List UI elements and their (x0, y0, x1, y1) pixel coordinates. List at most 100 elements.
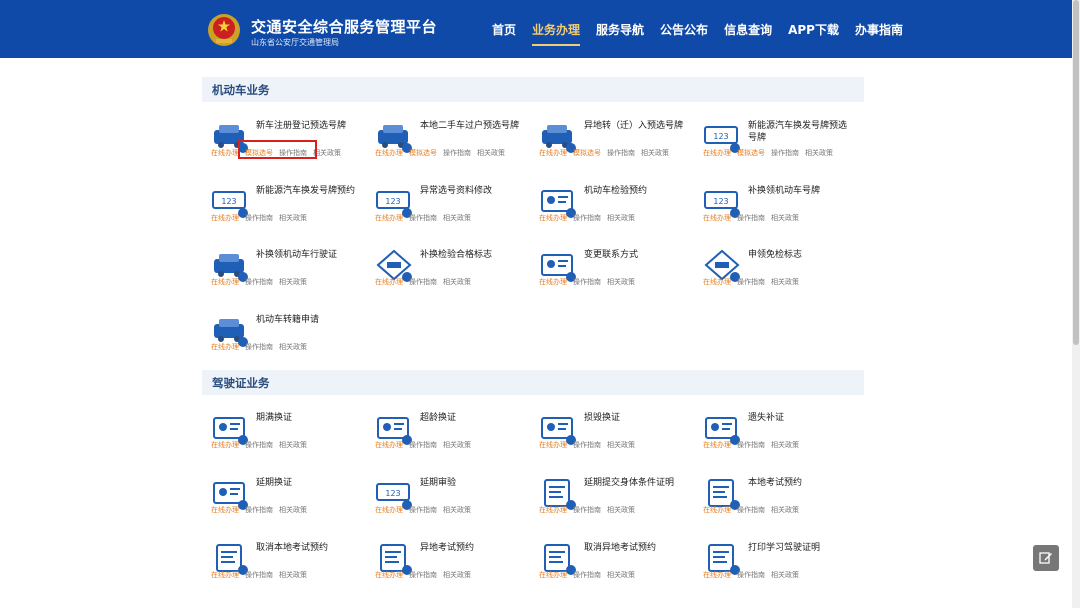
service-item[interactable]: 补换检验合格标志 在线办理 操作指南 相关政策 (370, 244, 534, 302)
service-title[interactable]: 机动车检验预约 (584, 185, 684, 197)
guide-link[interactable]: 操作指南 (409, 213, 437, 223)
service-item[interactable]: 期满换证 在线办理 操作指南 相关政策 (206, 407, 370, 465)
service-item[interactable]: 取消异地考试预约在线办理 操作指南 相关政策 (534, 537, 698, 595)
online-link[interactable]: 在线办理 (211, 213, 239, 223)
policy-link[interactable]: 相关政策 (771, 440, 799, 450)
online-link[interactable]: 在线办理 (375, 440, 403, 450)
online-link[interactable]: 在线办理 (703, 148, 731, 158)
simulate-link[interactable]: 模拟选号 (409, 148, 437, 158)
policy-link[interactable]: 相关政策 (443, 440, 471, 450)
guide-link[interactable]: 操作指南 (245, 570, 273, 580)
online-link[interactable]: 在线办理 (703, 570, 731, 580)
service-item[interactable]: 本地二手车过户预选号牌在线办理 模拟选号 操作指南 相关政策 (370, 115, 534, 173)
guide-link[interactable]: 操作指南 (607, 148, 635, 158)
service-title[interactable]: 延期换证 (256, 477, 356, 489)
nav-guide[interactable]: 办事指南 (847, 0, 911, 58)
online-link[interactable]: 在线办理 (539, 505, 567, 515)
policy-link[interactable]: 相关政策 (279, 342, 307, 352)
policy-link[interactable]: 相关政策 (771, 213, 799, 223)
nav-business[interactable]: 业务办理 (524, 0, 588, 58)
service-item[interactable]: 123 新能源汽车换发号牌预选号牌 在线办理 模拟选号 操作指南 相关政策 (698, 115, 862, 173)
service-item[interactable]: 延期提交身体条件证明 在线办理 操作指南 相关政策 (534, 472, 698, 530)
guide-link[interactable]: 操作指南 (573, 213, 601, 223)
nav-service[interactable]: 服务导航 (588, 0, 652, 58)
service-title[interactable]: 新车注册登记预选号牌 (256, 120, 356, 132)
service-title[interactable]: 本地二手车过户预选号牌 (420, 120, 520, 132)
guide-link[interactable]: 操作指南 (245, 213, 273, 223)
guide-link[interactable]: 操作指南 (737, 440, 765, 450)
guide-link[interactable]: 操作指南 (245, 342, 273, 352)
online-link[interactable]: 在线办理 (539, 148, 567, 158)
service-item[interactable]: 异地转（迁）入预选号牌 在线办理 模拟选号 操作指南 相关政策 (534, 115, 698, 173)
service-title[interactable]: 新能源汽车换发号牌预选号牌 (748, 120, 848, 144)
service-title[interactable]: 异地考试预约 (420, 542, 520, 554)
online-link[interactable]: 在线办理 (211, 148, 239, 158)
policy-link[interactable]: 相关政策 (771, 277, 799, 287)
nav-app[interactable]: APP下载 (780, 0, 847, 58)
service-title[interactable]: 期满换证 (256, 412, 356, 424)
service-title[interactable]: 取消异地考试预约 (584, 542, 684, 554)
guide-link[interactable]: 操作指南 (245, 277, 273, 287)
service-item[interactable]: 变更联系方式 在线办理 操作指南 相关政策 (534, 244, 698, 302)
online-link[interactable]: 在线办理 (375, 148, 403, 158)
policy-link[interactable]: 相关政策 (607, 570, 635, 580)
policy-link[interactable]: 相关政策 (443, 213, 471, 223)
online-link[interactable]: 在线办理 (375, 213, 403, 223)
service-title[interactable]: 异常选号资料修改 (420, 185, 520, 197)
guide-link[interactable]: 操作指南 (737, 277, 765, 287)
policy-link[interactable]: 相关政策 (279, 570, 307, 580)
scroll-thumb[interactable] (1073, 0, 1079, 345)
service-item[interactable]: 123 新能源汽车换发号牌预约 在线办理 操作指南 相关政策 (206, 180, 370, 238)
service-title[interactable]: 打印学习驾驶证明 (748, 542, 848, 554)
guide-link[interactable]: 操作指南 (443, 148, 471, 158)
service-title[interactable]: 变更联系方式 (584, 249, 684, 261)
online-link[interactable]: 在线办理 (211, 277, 239, 287)
online-link[interactable]: 在线办理 (539, 277, 567, 287)
nav-announcement[interactable]: 公告公布 (652, 0, 716, 58)
policy-link[interactable]: 相关政策 (607, 213, 635, 223)
service-item[interactable]: 延期换证 在线办理 操作指南 相关政策 (206, 472, 370, 530)
online-link[interactable]: 在线办理 (211, 505, 239, 515)
guide-link[interactable]: 操作指南 (409, 277, 437, 287)
service-title[interactable]: 异地转（迁）入预选号牌 (584, 120, 684, 132)
service-item[interactable]: 异地考试预约 在线办理 操作指南 相关政策 (370, 537, 534, 595)
policy-link[interactable]: 相关政策 (443, 277, 471, 287)
policy-link[interactable]: 相关政策 (805, 148, 833, 158)
policy-link[interactable]: 相关政策 (279, 505, 307, 515)
policy-link[interactable]: 相关政策 (607, 277, 635, 287)
online-link[interactable]: 在线办理 (211, 440, 239, 450)
service-title[interactable]: 新能源汽车换发号牌预约 (256, 185, 356, 197)
policy-link[interactable]: 相关政策 (607, 440, 635, 450)
online-link[interactable]: 在线办理 (375, 570, 403, 580)
online-link[interactable]: 在线办理 (703, 505, 731, 515)
service-title[interactable]: 补换领机动车号牌 (748, 185, 848, 197)
police-emblem-icon[interactable] (206, 12, 242, 48)
online-link[interactable]: 在线办理 (375, 505, 403, 515)
online-link[interactable]: 在线办理 (703, 277, 731, 287)
online-link[interactable]: 在线办理 (211, 570, 239, 580)
service-item[interactable]: 补换领机动车行驶证 在线办理 操作指南 相关政策 (206, 244, 370, 302)
service-item[interactable]: 超龄换证在线办理 操作指南 相关政策 (370, 407, 534, 465)
guide-link[interactable]: 操作指南 (737, 570, 765, 580)
online-link[interactable]: 在线办理 (539, 570, 567, 580)
service-title[interactable]: 取消本地考试预约 (256, 542, 356, 554)
service-title[interactable]: 超龄换证 (420, 412, 520, 424)
service-item[interactable]: 申领免检标志在线办理 操作指南 相关政策 (698, 244, 862, 302)
online-link[interactable]: 在线办理 (211, 342, 239, 352)
online-link[interactable]: 在线办理 (703, 440, 731, 450)
service-item[interactable]: 损毁换证 在线办理 操作指南 相关政策 (534, 407, 698, 465)
guide-link[interactable]: 操作指南 (573, 570, 601, 580)
policy-link[interactable]: 相关政策 (477, 148, 505, 158)
guide-link[interactable]: 操作指南 (409, 440, 437, 450)
service-item[interactable]: 取消本地考试预约在线办理 操作指南 相关政策 (206, 537, 370, 595)
service-item[interactable]: 123 延期审验 在线办理 操作指南 相关政策 (370, 472, 534, 530)
nav-query[interactable]: 信息查询 (716, 0, 780, 58)
policy-link[interactable]: 相关政策 (443, 505, 471, 515)
policy-link[interactable]: 相关政策 (771, 505, 799, 515)
service-item[interactable]: 遗失补证 在线办理 操作指南 相关政策 (698, 407, 862, 465)
online-link[interactable]: 在线办理 (539, 440, 567, 450)
online-link[interactable]: 在线办理 (703, 213, 731, 223)
service-title[interactable]: 本地考试预约 (748, 477, 848, 489)
service-item[interactable]: 123 补换领机动车号牌 在线办理 操作指南 相关政策 (698, 180, 862, 238)
service-title[interactable]: 申领免检标志 (748, 249, 848, 261)
